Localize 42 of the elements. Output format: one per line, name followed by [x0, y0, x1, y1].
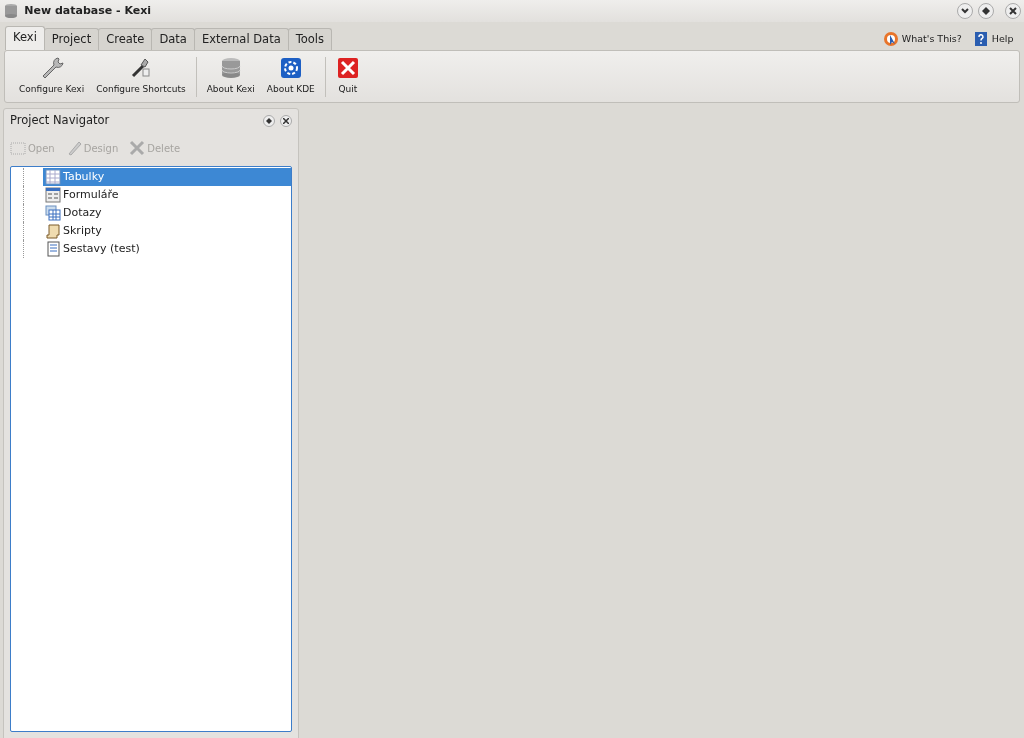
ribbon-tab[interactable]: Create	[98, 27, 153, 50]
ribbon-tab[interactable]: Tools	[287, 27, 333, 50]
window-title: New database - Kexi	[24, 2, 152, 19]
form-icon	[45, 187, 61, 203]
about-kde-button[interactable]: About KDE	[260, 54, 321, 99]
close-icon	[1009, 7, 1018, 15]
ribbon-tab[interactable]: Project	[43, 27, 100, 50]
tree-item[interactable]: Skripty	[43, 222, 291, 240]
diamond-icon	[982, 7, 991, 15]
quit-button[interactable]: Quit	[329, 54, 366, 99]
maximize-button[interactable]	[978, 3, 995, 19]
configure-button[interactable]: Configure Shortcuts	[90, 54, 192, 99]
database-icon	[2, 3, 19, 19]
quit-icon	[335, 56, 360, 81]
whats-this-link[interactable]: What's This?	[901, 31, 962, 47]
about-button[interactable]: About Kexi	[200, 54, 261, 99]
help-icon	[972, 31, 989, 47]
ribbon-tab[interactable]: External Data	[193, 27, 289, 50]
whats-this-icon	[882, 31, 899, 47]
scroll-icon	[45, 223, 61, 239]
minimize-button[interactable]	[956, 3, 973, 19]
close-icon	[283, 118, 289, 124]
report-icon	[45, 241, 61, 257]
chevron-down-icon	[960, 8, 969, 14]
tree-item[interactable]: Formuláře	[43, 186, 291, 204]
table-icon	[45, 169, 61, 185]
kde-logo-icon	[278, 56, 303, 81]
panel-title: Project Navigator	[10, 112, 110, 130]
tree-item[interactable]: Tabulky	[43, 168, 291, 186]
ribbon-tab[interactable]: Kexi	[5, 25, 45, 50]
open-icon	[10, 140, 26, 156]
close-button[interactable]	[280, 115, 292, 127]
configure-button[interactable]: Configure Kexi	[13, 54, 91, 99]
tree-item[interactable]: Dotazy	[43, 204, 291, 222]
close-button[interactable]	[1005, 3, 1022, 19]
cross-icon	[129, 140, 146, 156]
ribbon-tab[interactable]: Data	[151, 27, 195, 50]
tree-item[interactable]: Sestavy (test)	[43, 240, 291, 258]
help-link[interactable]: Help	[991, 31, 1014, 47]
float-button[interactable]	[262, 115, 275, 127]
query-icon	[45, 205, 61, 221]
diamond-icon	[265, 118, 272, 124]
